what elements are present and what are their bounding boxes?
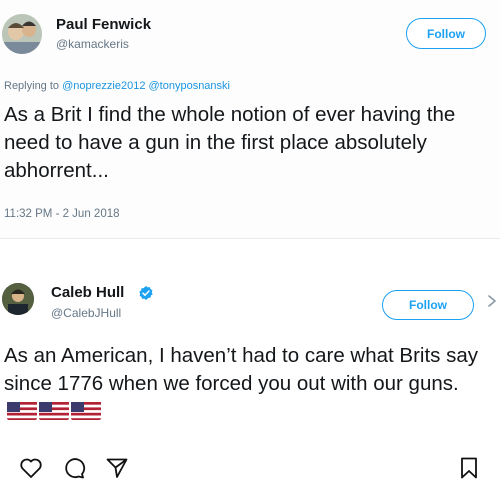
tweet-paul-fenwick: Paul Fenwick @kamackeris Follow Replying…	[0, 0, 500, 238]
replying-to-label: Replying to	[4, 80, 60, 92]
tweet-text: As an American, I haven’t had to care wh…	[4, 342, 500, 426]
reply-mentions[interactable]: @noprezzie2012 @tonyposnanski	[62, 80, 230, 92]
us-flag-icon	[39, 401, 69, 420]
avatar[interactable]	[2, 283, 34, 315]
action-bar	[0, 454, 500, 488]
bookmark-icon[interactable]	[457, 456, 481, 480]
flag-emojis	[7, 401, 101, 420]
chevron-down-icon[interactable]	[486, 293, 498, 309]
tweet-timestamp[interactable]: 11:32 PM - 2 Jun 2018	[4, 208, 120, 220]
avatar[interactable]	[2, 14, 42, 54]
send-icon[interactable]	[105, 456, 129, 480]
replying-to: Replying to @noprezzie2012 @tonyposnansk…	[4, 80, 230, 92]
follow-button[interactable]: Follow	[406, 18, 486, 49]
tweet-text-content: As an American, I haven’t had to care wh…	[4, 344, 479, 395]
heart-icon[interactable]	[19, 456, 43, 480]
author-name[interactable]: Paul Fenwick	[56, 16, 151, 33]
comment-icon[interactable]	[62, 456, 86, 480]
follow-button[interactable]: Follow	[382, 290, 474, 320]
us-flag-icon	[7, 401, 37, 420]
tweet-text: As a Brit I find the whole notion of eve…	[4, 103, 456, 182]
author-name[interactable]: Caleb Hull	[51, 284, 124, 301]
divider	[0, 238, 500, 239]
author-handle[interactable]: @kamackeris	[56, 37, 129, 51]
verified-badge-icon	[139, 286, 153, 300]
author-handle[interactable]: @CalebJHull	[51, 306, 121, 320]
us-flag-icon	[71, 401, 101, 420]
